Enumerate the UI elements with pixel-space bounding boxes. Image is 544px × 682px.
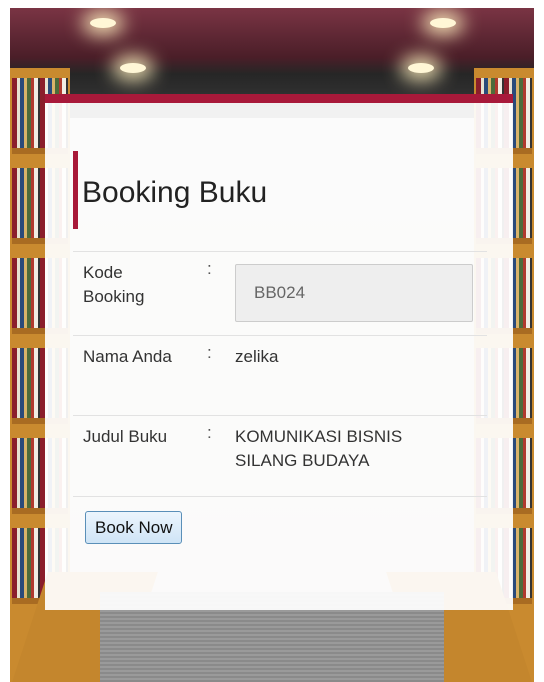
kode-booking-label: Kode Booking <box>83 263 145 306</box>
judul-buku-separator: : <box>207 423 212 442</box>
ceiling-light <box>408 63 434 73</box>
field-row-judul-buku: Judul Buku : KOMUNIKASI BISNIS SILANG BU… <box>73 415 487 496</box>
ceiling-light <box>430 18 456 28</box>
book-now-button[interactable]: Book Now <box>85 511 183 544</box>
judul-buku-label: Judul Buku <box>83 427 168 446</box>
title-accent-bar: Booking Buku <box>73 151 267 229</box>
field-row-kode-booking: Kode Booking : <box>73 251 487 334</box>
kode-booking-input[interactable] <box>235 264 473 322</box>
field-row-nama-anda: Nama Anda : zelika <box>73 335 487 416</box>
nama-anda-label: Nama Anda <box>83 347 172 366</box>
nama-anda-value: zelika <box>235 347 279 366</box>
ceiling-light <box>90 18 116 28</box>
booking-form-card: Booking Buku Kode Booking : Nama Anda : … <box>45 94 513 610</box>
form-actions: Book Now <box>73 496 487 544</box>
judul-buku-value: KOMUNIKASI BISNIS SILANG BUDAYA <box>235 427 403 470</box>
kode-booking-separator: : <box>207 259 212 278</box>
ceiling-light <box>120 63 146 73</box>
nama-anda-separator: : <box>207 343 212 362</box>
page-title: Booking Buku <box>82 176 268 209</box>
